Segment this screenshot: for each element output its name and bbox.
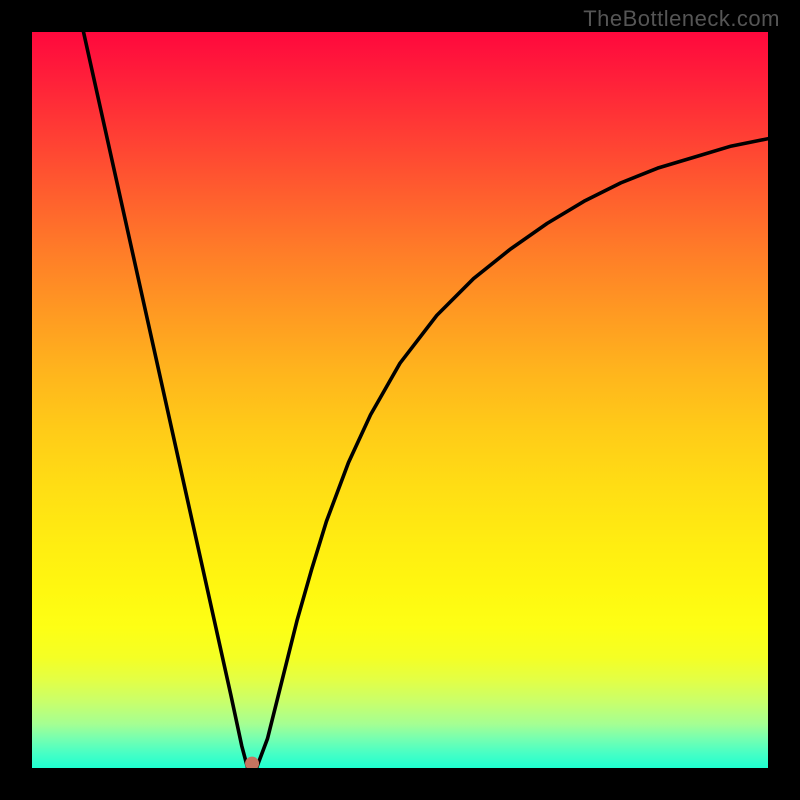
- minimum-marker: [245, 757, 259, 768]
- watermark-text: TheBottleneck.com: [583, 6, 780, 32]
- page-root: TheBottleneck.com: [0, 0, 800, 800]
- bottleneck-curve: [84, 32, 768, 768]
- curve-layer: [32, 32, 768, 768]
- chart-area: [32, 32, 768, 768]
